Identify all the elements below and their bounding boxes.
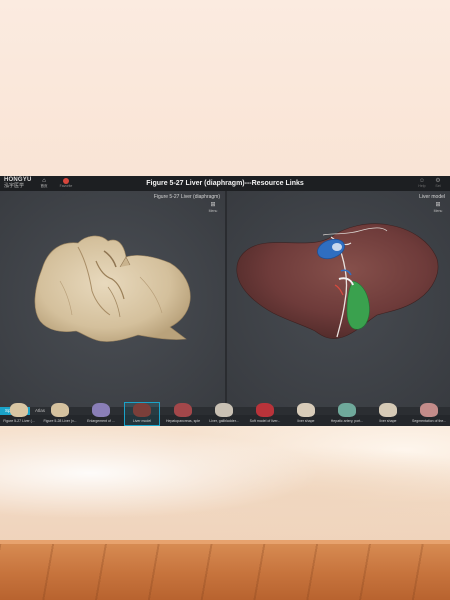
thumbnail-image bbox=[256, 403, 274, 417]
wooden-table bbox=[0, 540, 450, 600]
home-button[interactable]: ⌂ 首页 bbox=[39, 178, 49, 189]
thumbnail-caption: Figure 5-28 Liver (v... bbox=[43, 419, 77, 423]
thumbnail-image bbox=[215, 403, 233, 417]
model-menu-label: Menu bbox=[433, 209, 443, 213]
thumbnail-image bbox=[297, 403, 315, 417]
home-label: 首页 bbox=[40, 184, 48, 188]
table-edge bbox=[0, 540, 450, 544]
model-menu-button[interactable]: ⊞ Menu bbox=[432, 202, 444, 214]
thumbnail-item[interactable]: Liver model bbox=[124, 402, 160, 426]
thumbnail-caption: Enlargement of ... bbox=[87, 419, 115, 423]
thumbnail-image bbox=[174, 403, 192, 417]
thumbnail-item[interactable]: Enlargement of ... bbox=[84, 403, 118, 425]
thumbnail-item[interactable]: liver shape bbox=[289, 403, 323, 425]
specimen-pane-title: Figure 5-27 Liver (diaphragm) bbox=[153, 194, 220, 200]
thumbnail-caption: Segmentation of the... bbox=[412, 419, 446, 423]
thumbnail-strip: Figure 5-27 Liver (... Figure 5-28 Liver … bbox=[0, 402, 450, 426]
specimen-menu-label: Menu bbox=[208, 209, 218, 213]
thumbnail-caption: Hepatic artery, port... bbox=[330, 419, 364, 423]
thumbnail-caption: liver shape bbox=[297, 419, 315, 423]
silk-fabric-backdrop bbox=[0, 426, 450, 544]
thumbnail-image bbox=[338, 403, 356, 417]
thumbnail-item[interactable]: Figure 5-28 Liver (v... bbox=[43, 403, 77, 425]
thumbnail-image bbox=[92, 403, 110, 417]
thumbnail-item[interactable]: Segmentation of the... bbox=[412, 403, 446, 425]
thumbnail-caption: Liver, gallbladder... bbox=[209, 419, 239, 423]
page-title: Figure 5-27 Liver (diaphragm)---Resource… bbox=[146, 180, 304, 187]
thumbnail-item[interactable]: Figure 5-27 Liver (... bbox=[2, 403, 36, 425]
favorite-button[interactable]: Favorite bbox=[59, 178, 73, 189]
top-bar: HONGYU 泓宇医学 ⌂ 首页 Favorite Figure 5-27 Li… bbox=[0, 176, 450, 191]
settings-label: Set bbox=[435, 184, 441, 188]
grid-menu-icon: ⊞ bbox=[210, 202, 216, 208]
thumbnail-item[interactable]: Hepatopancreas, sple... bbox=[166, 403, 200, 425]
help-label: Help bbox=[418, 184, 426, 188]
thumbnail-caption: Liver model bbox=[132, 419, 152, 423]
thumbnail-image bbox=[133, 403, 151, 417]
thumbnail-item[interactable]: Liver, gallbladder... bbox=[207, 403, 241, 425]
thumbnail-item[interactable]: liver shape bbox=[371, 403, 405, 425]
specimen-viewer[interactable]: Figure 5-27 Liver (diaphragm) ⊞ Menu bbox=[0, 191, 225, 407]
thumbnail-item[interactable]: Hepatic artery, port... bbox=[330, 403, 364, 425]
help-button[interactable]: ☺ Help bbox=[416, 178, 428, 188]
liver-specimen-image bbox=[34, 235, 191, 342]
thumbnail-item[interactable]: Soft model of liver... bbox=[248, 403, 282, 425]
thumbnail-image bbox=[420, 403, 438, 417]
liver-3d-model bbox=[236, 223, 439, 339]
thumbnail-caption: liver shape bbox=[379, 419, 397, 423]
thumbnail-caption: Soft model of liver... bbox=[249, 419, 281, 423]
app-logo-subtext: 泓宇医学 bbox=[4, 183, 25, 189]
grid-menu-icon: ⊞ bbox=[435, 202, 441, 208]
model-viewer[interactable]: Liver model ⊞ Menu bbox=[227, 191, 450, 407]
app-window: HONGYU 泓宇医学 ⌂ 首页 Favorite Figure 5-27 Li… bbox=[0, 176, 450, 426]
peach-backdrop bbox=[0, 0, 450, 176]
model-pane-title: Liver model bbox=[419, 194, 445, 200]
thumbnail-image bbox=[379, 403, 397, 417]
thumbnail-caption: Figure 5-27 Liver (... bbox=[3, 419, 35, 423]
favorite-label: Favorite bbox=[59, 184, 73, 188]
settings-button[interactable]: ⚙ Set bbox=[432, 178, 444, 188]
thumbnail-image bbox=[51, 403, 69, 417]
thumbnail-caption: Hepatopancreas, sple... bbox=[166, 419, 200, 423]
specimen-menu-button[interactable]: ⊞ Menu bbox=[207, 202, 219, 214]
thumbnail-image bbox=[10, 403, 28, 417]
